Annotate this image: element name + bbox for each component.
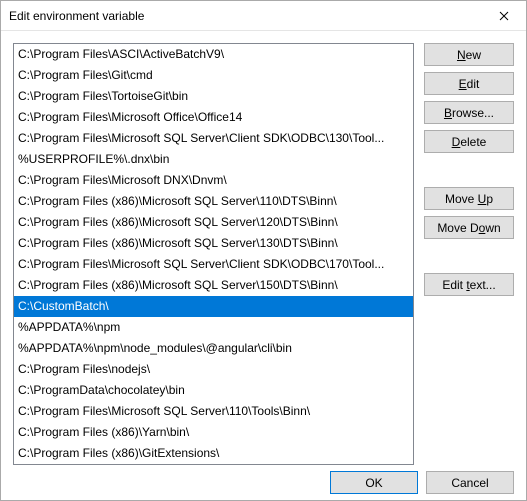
list-item[interactable]: C:\ProgramData\chocolatey\bin — [14, 380, 413, 401]
cancel-button[interactable]: Cancel — [426, 471, 514, 494]
list-item[interactable]: C:\Program Files\nodejs\ — [14, 359, 413, 380]
list-item[interactable]: C:\Program Files (x86)\GitExtensions\ — [14, 443, 413, 464]
list-item[interactable]: %APPDATA%\npm — [14, 317, 413, 338]
edit-button[interactable]: Edit — [424, 72, 514, 95]
list-item[interactable]: C:\Program Files (x86)\Yarn\bin\ — [14, 422, 413, 443]
list-item[interactable]: C:\Program Files\ASCI\ActiveBatchV9\ — [14, 44, 413, 65]
close-button[interactable] — [481, 1, 526, 30]
dialog-window: Edit environment variable C:\Program Fil… — [0, 0, 527, 501]
ok-button[interactable]: OK — [330, 471, 418, 494]
new-button[interactable]: New — [424, 43, 514, 66]
list-item[interactable]: C:\Program Files\Microsoft SQL Server\11… — [14, 401, 413, 422]
move-up-button[interactable]: Move Up — [424, 187, 514, 210]
list-item[interactable]: C:\Program Files\Microsoft SQL Server\Cl… — [14, 128, 413, 149]
footer: OK Cancel — [1, 465, 526, 500]
side-button-panel: New Edit Browse... Delete Move Up Move D… — [424, 43, 514, 465]
content-area: C:\Program Files\ASCI\ActiveBatchV9\C:\P… — [1, 31, 526, 465]
list-item[interactable]: %USERPROFILE%\.dnx\bin — [14, 149, 413, 170]
edit-text-button[interactable]: Edit text... — [424, 273, 514, 296]
move-down-button[interactable]: Move Down — [424, 216, 514, 239]
list-item[interactable]: C:\Program Files\Microsoft Office\Office… — [14, 107, 413, 128]
delete-button[interactable]: Delete — [424, 130, 514, 153]
browse-button[interactable]: Browse... — [424, 101, 514, 124]
list-item[interactable]: C:\Program Files (x86)\Microsoft SQL Ser… — [14, 212, 413, 233]
list-item[interactable]: C:\Program Files\TortoiseGit\bin — [14, 86, 413, 107]
list-item[interactable]: C:\Program Files\Microsoft DNX\Dnvm\ — [14, 170, 413, 191]
list-item[interactable]: C:\Program Files\Microsoft SQL Server\Cl… — [14, 254, 413, 275]
list-item[interactable]: C:\Program Files (x86)\Microsoft SQL Ser… — [14, 275, 413, 296]
path-listbox[interactable]: C:\Program Files\ASCI\ActiveBatchV9\C:\P… — [13, 43, 414, 465]
list-item[interactable]: C:\Program Files (x86)\Microsoft SQL Ser… — [14, 191, 413, 212]
list-item[interactable]: C:\Program Files\Git\cmd — [14, 65, 413, 86]
close-icon — [499, 11, 509, 21]
list-item[interactable]: C:\Program Files (x86)\Microsoft SQL Ser… — [14, 233, 413, 254]
titlebar: Edit environment variable — [1, 1, 526, 31]
window-title: Edit environment variable — [9, 9, 144, 23]
list-item[interactable]: C:\CustomBatch\ — [14, 296, 413, 317]
list-item[interactable]: %APPDATA%\npm\node_modules\@angular\cli\… — [14, 338, 413, 359]
